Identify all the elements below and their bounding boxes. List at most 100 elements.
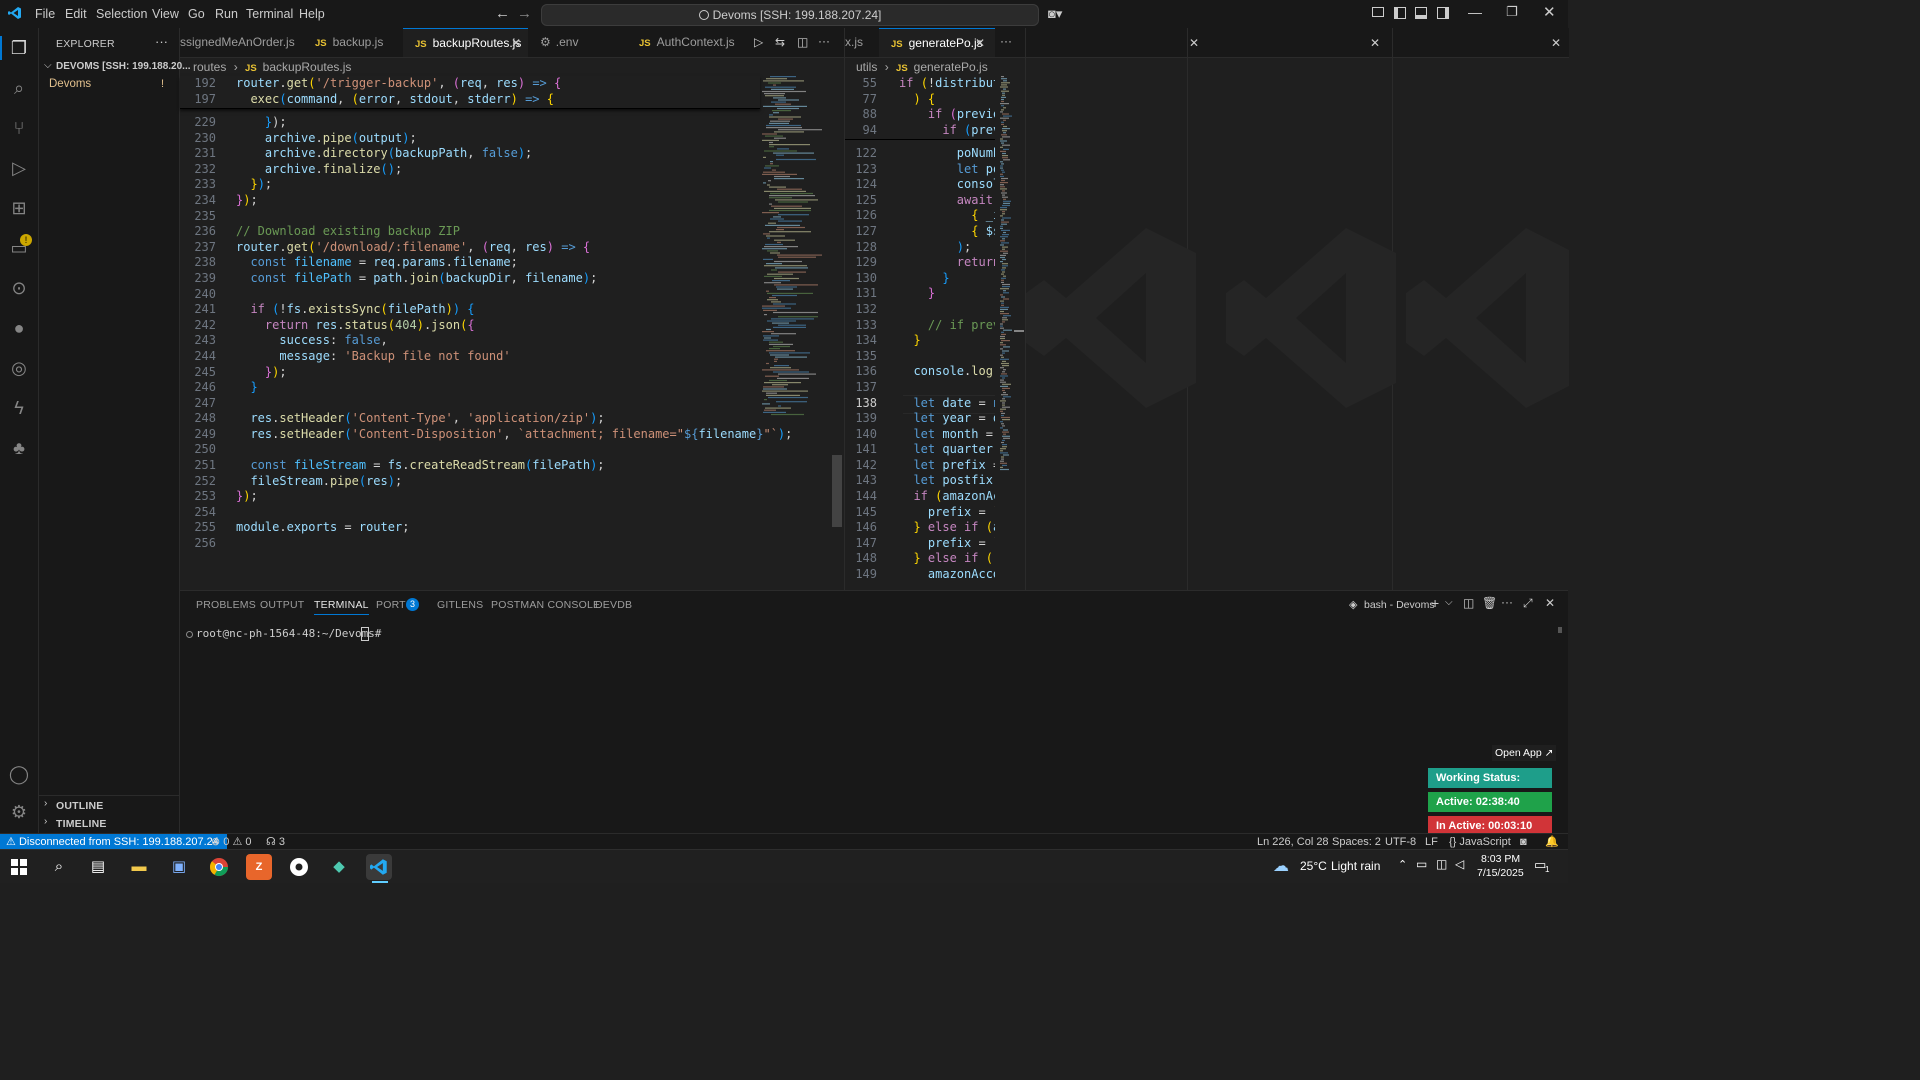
tab-backup-routes[interactable]: JS backupRoutes.js ✕	[403, 28, 528, 57]
encoding[interactable]: UTF-8	[1385, 834, 1416, 850]
weather-icon[interactable]: ☁	[1273, 856, 1289, 876]
zoho-app-icon[interactable]: Z	[246, 854, 272, 880]
search-icon[interactable]: ⌕	[7, 76, 31, 100]
tab-env[interactable]: ⚙ .env	[528, 28, 626, 57]
workspace-root[interactable]: ⌵ DEVOMS [SSH: 199.188.20...	[39, 58, 191, 76]
battery-icon[interactable]: ▭	[1416, 857, 1427, 871]
chevron-down-icon[interactable]: ⌵	[1445, 597, 1453, 608]
close-group-icon[interactable]: ✕	[1551, 36, 1561, 50]
vscode-taskbar-icon[interactable]	[366, 854, 392, 880]
restore-icon[interactable]: ❐	[1506, 4, 1518, 20]
network-icon[interactable]: ◫	[1436, 857, 1447, 871]
weather-desc[interactable]: Light rain	[1331, 859, 1380, 873]
windows-start-icon[interactable]	[6, 854, 32, 880]
terminal-area[interactable]	[196, 625, 1546, 825]
terminal-name[interactable]: bash - Devoms	[1364, 599, 1435, 611]
extensions-icon[interactable]: ⊞	[7, 196, 31, 220]
python-icon[interactable]: ♣	[7, 436, 31, 460]
chevron-up-icon[interactable]: ⌃	[1398, 858, 1407, 871]
open-app-link[interactable]: Open App ↗	[1492, 745, 1557, 761]
problems-indicator[interactable]: ⊗ 0 ⚠ 0	[211, 834, 252, 850]
explorer-icon[interactable]: ❐	[7, 36, 31, 60]
gitlens-inspect-icon[interactable]: ◎	[7, 356, 31, 380]
postman-icon[interactable]: ●	[7, 316, 31, 340]
indentation[interactable]: Spaces: 2	[1332, 834, 1381, 850]
terminal-scrollbar[interactable]	[1558, 627, 1562, 633]
right-minimap[interactable]	[1000, 76, 1014, 471]
menu-selection[interactable]: Selection	[96, 0, 147, 28]
tab-generate-po[interactable]: JS generatePo.js ✕	[879, 28, 995, 57]
volume-icon[interactable]: ◁	[1455, 857, 1464, 871]
app-diamond-icon[interactable]: ◆	[326, 854, 352, 880]
split-editor-icon[interactable]: ◫	[797, 35, 808, 49]
clock-date[interactable]: 7/15/2025	[1477, 867, 1524, 879]
menu-edit[interactable]: Edit	[65, 0, 87, 28]
new-terminal-icon[interactable]: +	[1431, 595, 1439, 611]
file-explorer-icon[interactable]: ▬	[126, 854, 152, 880]
left-minimap[interactable]	[762, 76, 830, 416]
tab-backup[interactable]: JS backup.js	[303, 28, 403, 57]
gitlens-icon[interactable]: ⊙	[7, 276, 31, 300]
left-scrollbar-thumb[interactable]	[832, 455, 842, 527]
store-icon[interactable]: ▣	[166, 854, 192, 880]
copilot-status-icon[interactable]: ◙	[1520, 834, 1527, 850]
toggle-panel-icon[interactable]	[1415, 7, 1427, 19]
chrome-icon[interactable]	[206, 854, 232, 880]
more-actions-icon[interactable]: ···	[1000, 34, 1012, 48]
right-scrollbar-thumb[interactable]	[1014, 330, 1024, 332]
menu-run[interactable]: Run	[215, 0, 238, 28]
copilot-icon[interactable]: ◙▾	[1048, 6, 1062, 22]
menu-go[interactable]: Go	[188, 0, 205, 28]
close-window-icon[interactable]: ✕	[1543, 3, 1556, 21]
compare-changes-icon[interactable]: ⇆	[775, 35, 785, 49]
more-actions-icon[interactable]: ···	[1501, 595, 1513, 609]
close-group-icon[interactable]: ✕	[1189, 36, 1199, 50]
tab-gitlens[interactable]: GITLENS	[437, 599, 483, 611]
task-view-icon[interactable]: ▤	[85, 854, 111, 880]
menu-terminal[interactable]: Terminal	[246, 0, 293, 28]
clock-time[interactable]: 8:03 PM	[1481, 853, 1520, 865]
tab-auth-context[interactable]: JS AuthContext.js	[626, 28, 750, 57]
trash-icon[interactable]: 🗑	[1482, 596, 1497, 610]
cursor-position[interactable]: Ln 226, Col 28	[1257, 834, 1329, 850]
customize-layout-icon[interactable]	[1372, 7, 1384, 17]
remote-indicator[interactable]: ⚠ Disconnected from SSH: 199.188.207.24	[0, 834, 227, 850]
more-actions-icon[interactable]: ···	[818, 34, 830, 48]
tab-output[interactable]: OUTPUT	[260, 599, 304, 611]
breadcrumb-folder[interactable]: routes	[193, 60, 226, 74]
split-terminal-icon[interactable]: ◫	[1463, 596, 1474, 610]
close-tab-icon[interactable]: ✕	[511, 29, 521, 57]
gear-icon[interactable]: ⚙	[7, 800, 31, 824]
close-panel-icon[interactable]: ✕	[1545, 596, 1555, 610]
back-arrow-icon[interactable]: ←	[495, 5, 510, 22]
toggle-secondary-sidebar-icon[interactable]	[1437, 7, 1449, 19]
breadcrumb-folder[interactable]: utils	[856, 60, 877, 74]
outline-section[interactable]: › OUTLINE	[39, 798, 179, 814]
end-of-line[interactable]: LF	[1425, 834, 1438, 850]
folder-devoms[interactable]: Devoms !	[39, 76, 179, 94]
remote-explorer-icon[interactable]: ▭	[7, 236, 31, 260]
right-editor[interactable]: 55 77 88 94 if (!distributo ) { if (prev…	[845, 76, 995, 590]
weather-temp[interactable]: 25°C	[1300, 859, 1327, 873]
forward-arrow-icon[interactable]: →	[517, 5, 532, 22]
ports-indicator[interactable]: ☊ 3	[266, 834, 285, 850]
account-icon[interactable]: ◯	[7, 762, 31, 786]
thunder-client-icon[interactable]: ϟ	[7, 396, 31, 420]
source-control-icon[interactable]: ⑂	[7, 116, 31, 140]
notifications-bell-icon[interactable]: 🔔	[1545, 834, 1559, 850]
language-mode[interactable]: {} JavaScript	[1449, 834, 1511, 850]
menu-help[interactable]: Help	[299, 0, 325, 28]
tab-postman-console[interactable]: POSTMAN CONSOLE	[491, 599, 600, 611]
tab-problems[interactable]: PROBLEMS	[196, 599, 256, 611]
toggle-sidebar-icon[interactable]	[1394, 7, 1406, 19]
close-tab-icon[interactable]: ✕	[975, 29, 985, 57]
menu-file[interactable]: File	[35, 0, 55, 28]
maximize-panel-icon[interactable]: ⤢	[1523, 596, 1533, 611]
tab-x-js[interactable]: x.js	[845, 28, 879, 57]
minimize-icon[interactable]: —	[1468, 4, 1482, 20]
tab-devdb[interactable]: DEVDB	[595, 599, 632, 611]
left-code-body[interactable]: }); archive.pipe(output); archive.direct…	[236, 115, 792, 536]
run-debug-icon[interactable]: ▷	[7, 156, 31, 180]
run-file-icon[interactable]: ▷	[754, 35, 763, 49]
search-icon[interactable]: ⌕	[46, 854, 72, 880]
